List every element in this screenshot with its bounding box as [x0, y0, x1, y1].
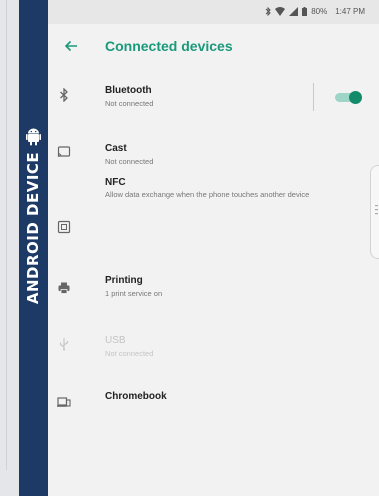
usb-icon	[59, 338, 69, 351]
bluetooth-toggle[interactable]	[335, 91, 363, 104]
battery-icon	[302, 7, 308, 16]
item-title: Chromebook	[105, 391, 167, 402]
toggle-knob	[349, 91, 362, 104]
item-subtitle: Not connected	[105, 99, 154, 108]
page-title: Connected devices	[105, 38, 233, 54]
app-bar: Connected devices	[48, 24, 379, 70]
item-subtitle: Allow data exchange when the phone touch…	[105, 190, 310, 199]
list-item-nfc[interactable]: NFC Allow data exchange when the phone t…	[48, 177, 379, 265]
bluetooth-status-icon	[265, 7, 271, 16]
list-item-cast[interactable]: Cast Not connected	[48, 125, 379, 177]
bluetooth-icon	[60, 88, 68, 102]
signal-icon	[289, 7, 299, 16]
android-icon	[26, 128, 41, 146]
item-subtitle: 1 print service on	[105, 289, 163, 298]
banner-label: ANDROID DEVICE	[24, 151, 42, 305]
item-title: USB	[105, 335, 126, 346]
print-icon	[58, 282, 70, 294]
item-title: Cast	[105, 143, 127, 154]
edge-panel-handle[interactable]	[370, 165, 379, 259]
left-strip-line	[6, 0, 7, 470]
item-title: Printing	[105, 275, 143, 286]
battery-percent: 80%	[311, 7, 328, 16]
list-item-printing[interactable]: Printing 1 print service on	[48, 265, 379, 321]
item-subtitle: Not connected	[105, 157, 154, 166]
android-device-banner: ANDROID DEVICE	[19, 0, 48, 496]
status-bar: 80% 1:47 PM	[48, 0, 379, 24]
list-item-chromebook[interactable]: Chromebook	[48, 379, 379, 425]
list-item-usb: USB Not connected	[48, 321, 379, 379]
cast-icon	[57, 146, 71, 157]
item-title: NFC	[105, 177, 126, 188]
item-title: Bluetooth	[105, 85, 152, 96]
phone-screen: 80% 1:47 PM Connected devices Bluetooth …	[48, 0, 379, 496]
toggle-divider	[313, 83, 314, 111]
wifi-icon	[275, 7, 286, 16]
drag-handle-icon	[375, 205, 378, 215]
status-time: 1:47 PM	[335, 7, 365, 16]
chromebook-icon	[57, 397, 71, 407]
list-item-bluetooth[interactable]: Bluetooth Not connected	[48, 70, 379, 125]
nfc-icon	[57, 220, 71, 234]
back-arrow-icon[interactable]	[64, 39, 78, 53]
item-subtitle: Not connected	[105, 349, 154, 358]
